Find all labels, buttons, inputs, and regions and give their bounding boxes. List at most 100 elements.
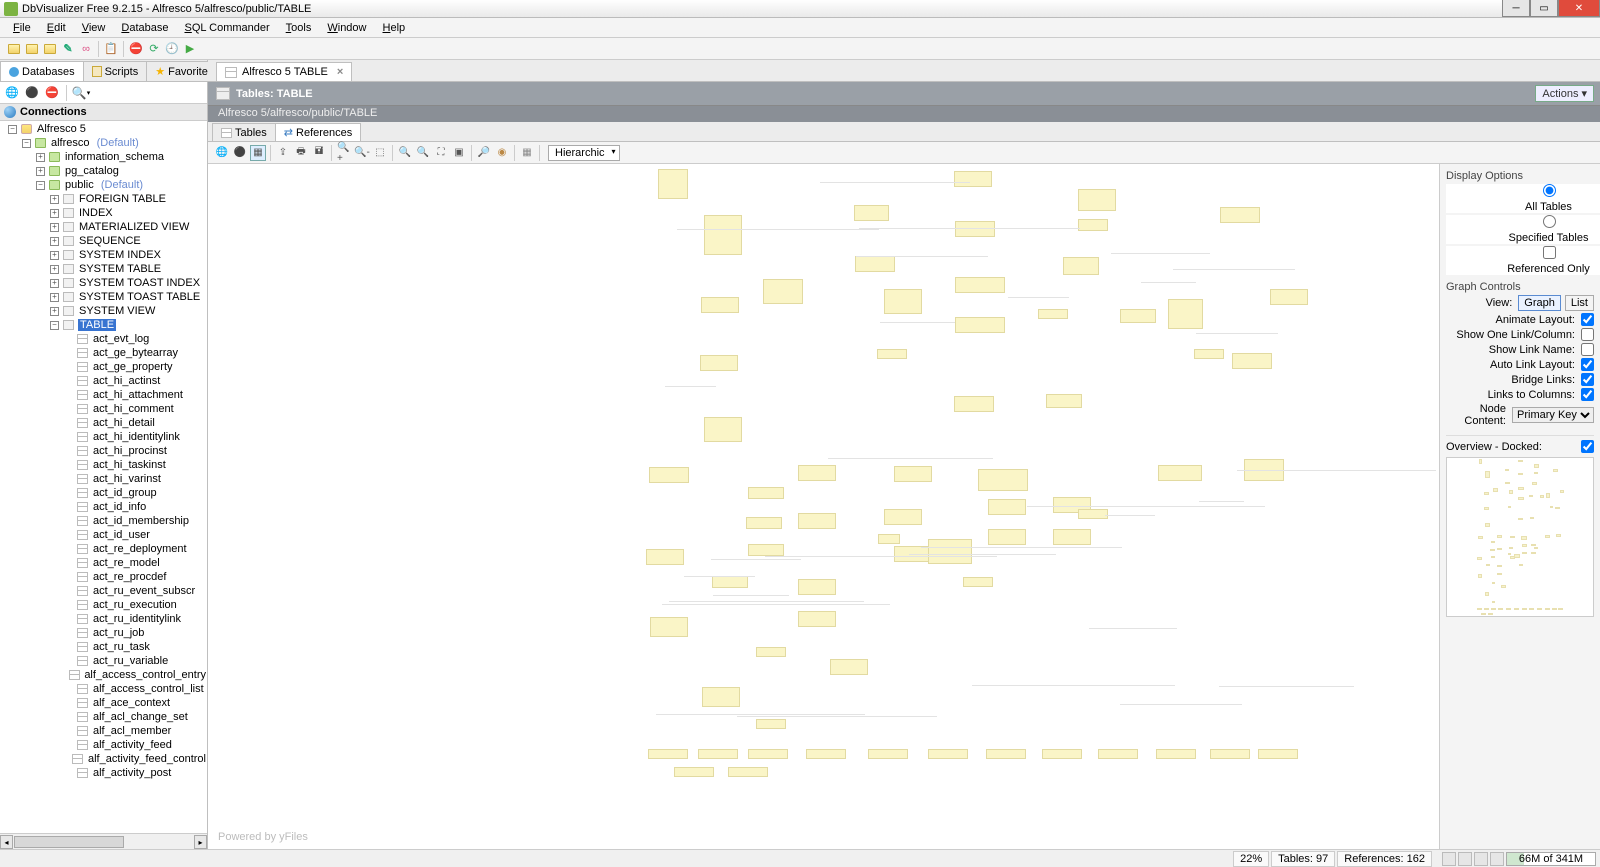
expand-toggle[interactable]: + — [50, 265, 59, 274]
expand-toggle[interactable]: − — [50, 321, 59, 330]
tree-node[interactable]: +SYSTEM TABLE — [0, 262, 207, 276]
graph-node[interactable] — [1078, 219, 1108, 231]
expand-toggle[interactable]: − — [36, 181, 45, 190]
open-folder2-button[interactable] — [24, 41, 40, 57]
graph-canvas[interactable]: Powered by yFiles — [208, 164, 1440, 849]
node-content-select[interactable]: Primary Key — [1512, 407, 1594, 423]
window-maximize-button[interactable]: ▭ — [1530, 0, 1558, 17]
expand-toggle[interactable] — [64, 335, 73, 344]
graph-node[interactable] — [1098, 749, 1138, 759]
subtab-references[interactable]: ⇄References — [275, 123, 361, 141]
scroll-left-arrow[interactable]: ◂ — [0, 835, 13, 849]
expand-toggle[interactable] — [64, 559, 73, 568]
graph-node[interactable] — [798, 465, 836, 481]
expand-toggle[interactable] — [64, 699, 73, 708]
graph-node[interactable] — [1078, 189, 1116, 211]
tree-node[interactable]: alf_acl_change_set — [0, 710, 207, 724]
view-graph-button[interactable]: Graph — [1518, 295, 1561, 311]
tree-node[interactable]: act_ru_execution — [0, 598, 207, 612]
expand-toggle[interactable]: + — [50, 237, 59, 246]
tree-node[interactable]: act_ge_bytearray — [0, 346, 207, 360]
referenced-only-checkbox[interactable] — [1543, 246, 1556, 259]
tree-node[interactable]: act_id_membership — [0, 514, 207, 528]
tree-node[interactable]: +SEQUENCE — [0, 234, 207, 248]
tree-node[interactable]: act_ru_task — [0, 640, 207, 654]
window-minimize-button[interactable]: ─ — [1502, 0, 1530, 17]
graph-node[interactable] — [854, 205, 889, 221]
link-button[interactable]: ∞ — [78, 41, 94, 57]
expand-toggle[interactable] — [64, 405, 73, 414]
menu-database[interactable]: Database — [114, 20, 175, 36]
tree-node[interactable]: +SYSTEM TOAST INDEX — [0, 276, 207, 290]
graph-node[interactable] — [798, 611, 836, 627]
tree-node[interactable]: act_ru_event_subscr — [0, 584, 207, 598]
graph-node[interactable] — [748, 544, 784, 556]
tree-node[interactable]: +MATERIALIZED VIEW — [0, 220, 207, 234]
menu-sql-commander[interactable]: SQL Commander — [177, 20, 276, 36]
find-button[interactable]: 🔎 — [476, 145, 492, 161]
graph-node[interactable] — [955, 317, 1005, 333]
bridge-links-checkbox[interactable] — [1581, 373, 1594, 386]
links-to-columns-checkbox[interactable] — [1581, 388, 1594, 401]
menu-edit[interactable]: Edit — [40, 20, 73, 36]
zoom-actual-button[interactable]: 🔍 — [415, 145, 431, 161]
graph-node[interactable] — [986, 749, 1026, 759]
graph-node[interactable] — [884, 289, 922, 314]
expand-toggle[interactable] — [64, 531, 73, 540]
history-button[interactable]: 🕘 — [164, 41, 180, 57]
expand-toggle[interactable] — [64, 461, 73, 470]
status-indicator[interactable] — [1490, 852, 1504, 866]
expand-toggle[interactable] — [64, 727, 73, 736]
tree-node[interactable]: +pg_catalog — [0, 164, 207, 178]
graph-node[interactable] — [1168, 299, 1203, 329]
graph-node[interactable] — [1270, 289, 1308, 305]
graph-node[interactable] — [963, 577, 993, 587]
graph-node[interactable] — [928, 749, 968, 759]
overview-minimap[interactable] — [1446, 457, 1594, 617]
tree-node[interactable]: +SYSTEM INDEX — [0, 248, 207, 262]
tree-node[interactable]: +INDEX — [0, 206, 207, 220]
graph-node[interactable] — [1158, 465, 1202, 481]
tree-node[interactable]: −TABLE — [0, 318, 207, 332]
graph-node[interactable] — [728, 767, 768, 777]
reload-button[interactable]: 🌐 — [214, 145, 230, 161]
graph-node[interactable] — [988, 529, 1026, 545]
graph-node[interactable] — [701, 297, 739, 313]
graph-node[interactable] — [702, 687, 740, 707]
graph-node[interactable] — [1210, 749, 1250, 759]
search-button[interactable]: 🔍▾ — [73, 85, 89, 101]
graph-node[interactable] — [806, 749, 846, 759]
tree-node[interactable]: alf_ace_context — [0, 696, 207, 710]
close-tab-icon[interactable]: × — [337, 66, 343, 78]
graph-node[interactable] — [894, 466, 932, 482]
highlight-button[interactable]: ◉ — [494, 145, 510, 161]
graph-node[interactable] — [756, 719, 786, 729]
graph-node[interactable] — [748, 487, 784, 499]
window-close-button[interactable]: ✕ — [1558, 0, 1600, 17]
scroll-thumb[interactable] — [14, 836, 124, 848]
database-tree[interactable]: −Alfresco 5−alfresco (Default)+informati… — [0, 121, 207, 833]
tree-node[interactable]: act_id_group — [0, 486, 207, 500]
tree-node[interactable]: alf_access_control_entry — [0, 668, 207, 682]
graph-node[interactable] — [877, 349, 907, 359]
stop-graph-button[interactable]: ⚫ — [232, 145, 248, 161]
run-button[interactable]: ▶ — [182, 41, 198, 57]
stop-button[interactable]: ⛔ — [128, 41, 144, 57]
graph-node[interactable] — [700, 355, 738, 371]
zoom-in-button[interactable]: 🔍+ — [336, 145, 352, 161]
fit-all-button[interactable]: ▣ — [451, 145, 467, 161]
expand-toggle[interactable]: + — [50, 223, 59, 232]
expand-toggle[interactable]: + — [36, 167, 45, 176]
delete-button[interactable]: ⛔ — [44, 85, 60, 101]
tab-databases[interactable]: Databases — [0, 61, 84, 81]
expand-toggle[interactable]: + — [50, 195, 59, 204]
expand-toggle[interactable] — [64, 545, 73, 554]
scroll-right-arrow[interactable]: ▸ — [194, 835, 207, 849]
tree-node[interactable]: act_hi_actinst — [0, 374, 207, 388]
disconnect-button[interactable]: ⚫ — [24, 85, 40, 101]
expand-toggle[interactable] — [64, 713, 73, 722]
connect-button[interactable]: 🌐 — [4, 85, 20, 101]
layout-combo[interactable]: Hierarchic — [548, 145, 620, 161]
menu-file[interactable]: File — [6, 20, 38, 36]
graph-node[interactable] — [698, 749, 738, 759]
